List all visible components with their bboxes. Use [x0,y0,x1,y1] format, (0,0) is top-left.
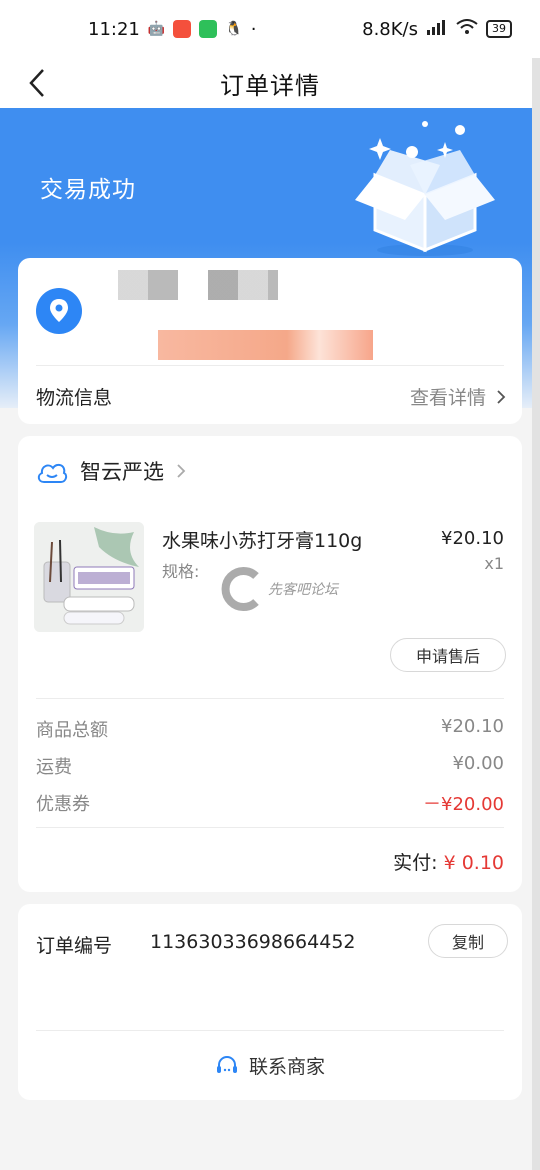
shipping-value: ¥0.00 [452,753,504,774]
product-spec: 规格: [162,562,200,581]
recipient-name-redacted [118,270,278,300]
logistics-label: 物流信息 [36,387,113,409]
subtotal-label: 商品总额 [36,720,108,741]
scrollbar[interactable] [532,58,540,1170]
page-title: 订单详情 [220,71,320,100]
more-dot-icon: · [250,18,257,40]
headset-icon [216,1055,237,1073]
order-status: 交易成功 [40,177,136,203]
gift-box-icon [355,121,495,256]
recipient-address-redacted [158,330,373,360]
order-number: 11363033698664452 [150,931,356,953]
subtotal-value: ¥20.10 [441,716,504,737]
order-info-card: 订单编号 11363033698664452 复制 联系商家 [18,904,522,1100]
divider [36,698,504,699]
shipping-label: 运费 [36,757,72,778]
paid-label: 实付: [393,852,438,874]
product-image[interactable] [34,522,144,632]
goods-card: 智云严选 水果味小苏打牙膏110g 规格: ¥20.10 x1 先客吧论坛 申请… [18,436,522,892]
status-bar: 11:21 🤖 🐧 · 8.8K/s 39 [0,0,540,58]
shop-link[interactable]: 智云严选 [36,456,186,486]
product-name[interactable]: 水果味小苏打牙膏110g [162,526,362,553]
contact-merchant-label: 联系商家 [248,1056,325,1078]
back-arrow-icon [29,69,44,97]
coupon-value: －¥20.00 [423,794,504,815]
logistics-detail-link[interactable]: 查看详情 [410,383,506,410]
weibo-icon [173,20,192,38]
watermark-logo-icon [221,567,259,611]
address-card: 物流信息 查看详情 [18,258,522,424]
chevron-right-icon [177,464,186,478]
chevron-right-icon [497,389,506,404]
wechat-icon [199,20,218,38]
copy-button[interactable]: 复制 [428,924,508,958]
divider [36,365,504,366]
paid-row: 实付: ¥ 0.10 [393,848,504,875]
after-sale-button[interactable]: 申请售后 [390,638,506,672]
coupon-label: 优惠券 [36,794,90,815]
contact-merchant-button[interactable]: 联系商家 [18,1052,522,1079]
divider [36,827,504,828]
shipping-row: 运费 ¥0.00 [36,753,504,779]
signal-icon [426,19,448,40]
divider [36,1030,504,1031]
back-button[interactable] [18,64,56,102]
watermark-text: 先客吧论坛 [268,582,338,598]
coupon-row: 优惠券 －¥20.00 [36,790,504,816]
watermark: 先客吧论坛 [218,566,338,612]
location-icon [36,288,82,334]
subtotal-row: 商品总额 ¥20.10 [36,716,504,742]
order-number-label: 订单编号 [36,935,113,957]
net-speed: 8.8K/s [362,18,418,40]
qq-icon: 🐧 [225,21,243,37]
wifi-icon [456,18,478,40]
product-quantity: x1 [484,554,504,573]
status-time: 11:21 [88,18,140,40]
product-price: ¥20.10 [441,528,504,549]
cloud-shop-icon [37,463,68,483]
logistics-detail-label: 查看详情 [409,387,486,409]
nav-bar: 订单详情 [0,58,540,108]
android-icon: 🤖 [147,21,166,37]
paid-value: ¥ 0.10 [443,852,504,874]
battery-icon: 39 [486,20,512,38]
shop-name: 智云严选 [80,460,164,484]
